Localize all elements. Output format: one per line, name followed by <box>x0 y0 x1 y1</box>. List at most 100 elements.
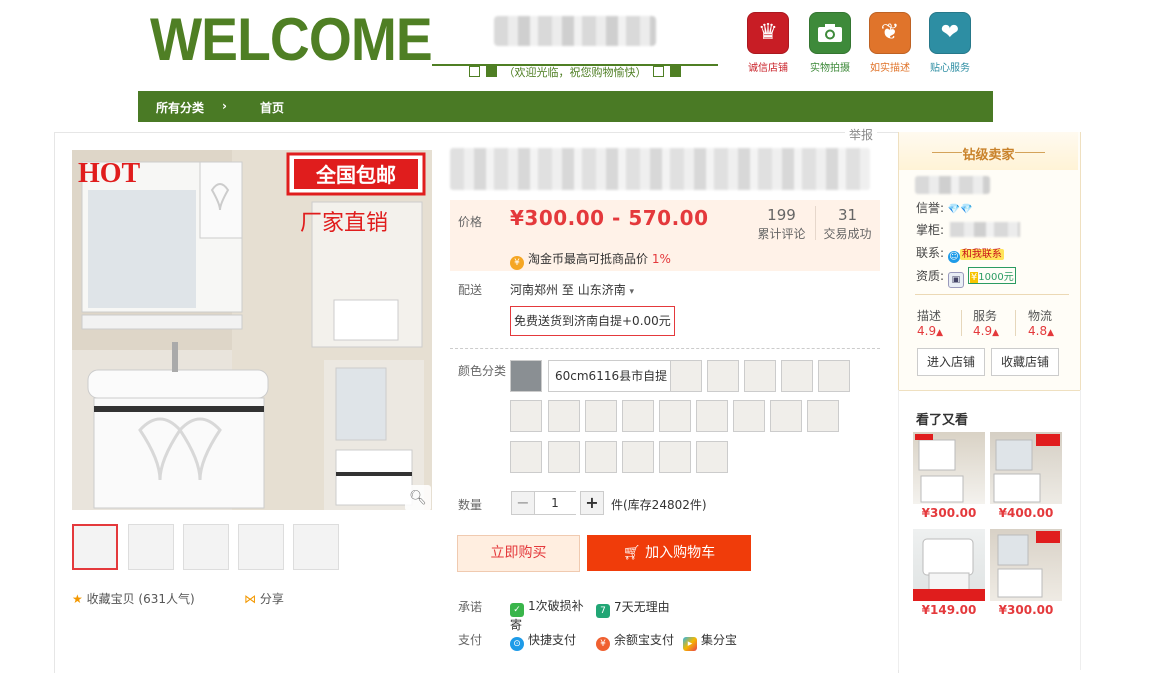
color-swatch[interactable] <box>510 441 542 473</box>
recommend-item-image[interactable] <box>990 432 1062 504</box>
thumbnail-4[interactable] <box>238 524 284 570</box>
price-label: 价格 <box>458 215 483 229</box>
keeper-name-blurred <box>950 222 1020 237</box>
free-shipping-label: 全国包邮 <box>315 163 396 187</box>
pay-jifenbao[interactable]: ▸ 集分宝 <box>683 631 737 651</box>
color-swatch[interactable] <box>696 441 728 473</box>
share-icon: ⋈ <box>244 592 256 606</box>
pay1-text: 快捷支付 <box>528 633 577 647</box>
recommend-title: 看了又看 <box>916 413 969 428</box>
share-link[interactable]: ⋈ 分享 <box>244 590 284 607</box>
moneybag-icon: ¥ <box>596 637 610 651</box>
ship-to-select[interactable]: 山东济南 <box>578 283 626 297</box>
report-link[interactable]: 举报 <box>845 126 878 143</box>
crown-icon: ♛ <box>747 12 789 54</box>
recommend-item-image[interactable] <box>913 432 985 504</box>
ship-from: 河南郑州 <box>510 283 559 297</box>
product-title-blurred <box>450 148 870 190</box>
pay-yuebao[interactable]: ¥ 余额宝支付 <box>596 631 674 651</box>
qty-plus-button[interactable]: + <box>580 491 604 515</box>
score-label: 描述 <box>917 309 942 323</box>
badge-service[interactable]: ❤ 贴心服务 <box>924 12 976 74</box>
heart-icon: ❤ <box>929 12 971 54</box>
taojinbi-note: ¥ 淘金币最高可抵商品价 1% <box>510 250 671 270</box>
color-swatch[interactable] <box>585 441 617 473</box>
enter-shop-button[interactable]: 进入店铺 <box>917 348 985 376</box>
collect-label: 收藏宝贝 (631人气) <box>86 592 195 606</box>
color-swatch[interactable] <box>744 360 776 392</box>
nav-all-categories[interactable]: 所有分类 <box>156 99 204 116</box>
color-swatch[interactable] <box>585 400 617 432</box>
recommend-price[interactable]: ¥300.00 <box>913 506 985 520</box>
promise-7day[interactable]: 7 7天无理由 <box>596 598 670 618</box>
nav-home[interactable]: 首页 <box>260 99 284 116</box>
color-swatch[interactable] <box>707 360 739 392</box>
id-card-icon[interactable]: ▣ <box>947 272 964 288</box>
wangwang-button[interactable]: ☺ 和我联系 <box>947 245 1004 263</box>
color-swatch[interactable] <box>659 400 691 432</box>
badge-trust[interactable]: ♛ 诚信店铺 <box>742 12 794 74</box>
buy-now-button[interactable]: 立即购买 <box>457 535 580 572</box>
color-swatch[interactable] <box>659 441 691 473</box>
thumbnail-1[interactable] <box>72 524 118 570</box>
color-swatch[interactable] <box>622 441 654 473</box>
recommend-price[interactable]: ¥149.00 <box>913 603 985 617</box>
welcome-logo: WELCOME <box>150 6 433 73</box>
color-swatch-selected[interactable]: 60cm6116县市自提 <box>548 360 675 392</box>
color-swatch[interactable] <box>807 400 839 432</box>
sold-count: 31 <box>837 206 858 224</box>
color-label: 颜色分类 <box>458 364 507 378</box>
recommend-item-image[interactable] <box>913 529 985 601</box>
diamond-icon: 💎💎 <box>947 204 973 215</box>
promise-breakage[interactable]: ✓ 1次破损补寄 <box>510 598 590 634</box>
price-value: ¥300.00 - 570.00 <box>510 206 709 230</box>
add-cart-label: 加入购物车 <box>645 545 716 561</box>
main-product-image[interactable]: HOT 全国包邮 厂家直销 <box>72 150 432 510</box>
credit-row: 信誉: 💎💎 <box>916 199 973 216</box>
color-swatch[interactable] <box>818 360 850 392</box>
share-label: 分享 <box>259 592 284 606</box>
divider <box>915 294 1069 295</box>
keeper-row: 掌柜: <box>916 221 944 238</box>
collect-item[interactable]: ★ 收藏宝贝 (631人气) <box>72 590 195 607</box>
coin-text: 淘金币最高可抵商品价 <box>528 252 649 266</box>
add-to-cart-button[interactable]: 🛒︎ 加入购物车 <box>587 535 751 571</box>
arrow-up-icon: ▲ <box>992 328 1000 338</box>
shipping-option[interactable]: 免费送货到济南自提+0.00元 <box>510 306 675 336</box>
color-swatch[interactable] <box>548 441 580 473</box>
sold-label: 交易成功 <box>823 227 872 241</box>
qty-input[interactable]: 1 <box>534 491 576 515</box>
color-swatch[interactable] <box>510 400 542 432</box>
color-swatch[interactable] <box>622 400 654 432</box>
badge-photo[interactable]: 实物拍摄 <box>804 12 856 74</box>
review-stat[interactable]: 199 累计评论 <box>749 206 814 242</box>
factory-direct-label: 厂家直销 <box>300 211 388 236</box>
color-swatch[interactable] <box>548 400 580 432</box>
square-filled-icon <box>670 66 681 77</box>
thumbnail-3[interactable] <box>183 524 229 570</box>
recommend-price[interactable]: ¥400.00 <box>990 506 1062 520</box>
color-swatch[interactable] <box>510 360 542 392</box>
badge-describe[interactable]: ❦ 如实描述 <box>864 12 916 74</box>
zoom-icon[interactable]: 🔍︎ <box>405 485 431 511</box>
color-swatch[interactable] <box>770 400 802 432</box>
thumbnail-5[interactable] <box>293 524 339 570</box>
ship-label: 配送 <box>458 283 483 297</box>
color-swatch[interactable] <box>696 400 728 432</box>
color-swatch[interactable] <box>733 400 765 432</box>
recommend-item-image[interactable] <box>990 529 1062 601</box>
color-swatch[interactable] <box>670 360 702 392</box>
favorite-shop-button[interactable]: 收藏店铺 <box>991 348 1059 376</box>
recommend-price[interactable]: ¥300.00 <box>990 603 1062 617</box>
pay-quick[interactable]: ⊙ 快捷支付 <box>510 631 576 651</box>
color-swatch[interactable] <box>781 360 813 392</box>
qty-minus-button[interactable]: − <box>511 491 535 515</box>
shield-icon: ✓ <box>510 603 524 617</box>
deposit-badge[interactable]: ¥1000元 <box>967 267 1016 284</box>
thumbnail-2[interactable] <box>128 524 174 570</box>
score-label: 物流 <box>1028 309 1053 323</box>
pay2-text: 余额宝支付 <box>614 633 675 647</box>
pay3-text: 集分宝 <box>701 633 738 647</box>
score-logistics: 物流 4.8▲ <box>1028 307 1054 338</box>
caret-down-icon[interactable]: ▾ <box>630 287 635 297</box>
